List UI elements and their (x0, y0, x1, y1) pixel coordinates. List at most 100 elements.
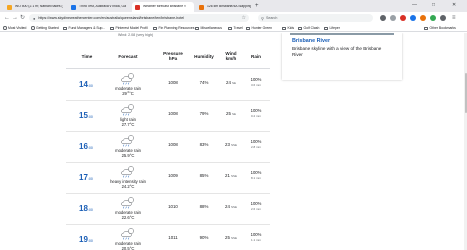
tab-strip: WO 500 (2.1 m; Nathani takes (× Third Te… (0, 0, 467, 12)
folder-icon (298, 26, 302, 30)
bookmark-star-icon[interactable]: ☆ (242, 14, 246, 22)
row-temperature: 27.7°C (121, 122, 135, 127)
header-wind: Wind km/h (225, 51, 237, 62)
folder-icon (110, 26, 114, 30)
bookmark-item[interactable]: Getting Started (31, 25, 59, 31)
header-time: Time (81, 54, 93, 59)
row-rain: 100% 8.1 mm (250, 170, 262, 180)
row-rain: 100% 1.1 mm (250, 232, 262, 242)
row-humidity: 85% (199, 173, 209, 178)
minimize-icon[interactable]: — (412, 1, 417, 10)
folder-icon (324, 26, 328, 30)
search-placeholder: Search (265, 16, 278, 20)
row-humidity: 90% (199, 235, 209, 240)
back-icon[interactable]: ← (4, 13, 10, 23)
bookmark-item[interactable]: Lifeper (324, 25, 340, 31)
firefox-icon (31, 26, 35, 30)
row-pressure: 1008 (168, 142, 178, 147)
extension-icon[interactable] (410, 15, 416, 21)
tab-favicon-icon (199, 4, 204, 10)
row-time: 18:00 (79, 204, 93, 213)
folder-icon (228, 26, 232, 30)
row-wind: 25SSE (225, 235, 237, 240)
row-wind: 23SSE (225, 142, 237, 147)
row-pressure: 1010 (168, 204, 178, 209)
rain-cloud-icon (119, 165, 137, 178)
bookmark-item[interactable]: Kids (282, 25, 294, 31)
close-window-icon[interactable]: ✕ (452, 1, 456, 10)
maximize-icon[interactable]: □ (432, 1, 435, 10)
row-rain: 100% 2.6 mm (250, 201, 262, 211)
folder-icon (282, 26, 286, 30)
tab-2[interactable]: Weather forecast Brisbane × (132, 2, 194, 12)
bookmark-item[interactable]: Travel (228, 25, 243, 31)
row-humidity: 79% (199, 111, 209, 116)
account-icon[interactable] (430, 15, 436, 21)
search-icon: ⚲ (261, 15, 264, 21)
row-temperature: 24.2°C (121, 184, 135, 189)
extension-icon[interactable] (400, 15, 406, 21)
row-temperature: 22.6°C (121, 215, 135, 220)
menu-icon[interactable]: ≡ (452, 13, 456, 23)
lock-icon: ● (33, 15, 36, 21)
rain-cloud-icon (119, 134, 137, 147)
table-row: 17:00 heavy intensity rain 24.2°C 1009 85% 21… (66, 162, 270, 194)
location-info-card: Brisbane River Brisbane skyline with a v… (282, 33, 402, 80)
tab-3[interactable]: 126 km Brisbane/4A Slapping/Pa × (196, 2, 254, 12)
bookmark-item[interactable]: Pinterest Model Profil (110, 25, 148, 31)
table-row: 14:00 moderate rain 29.0°C 1008 74% 24SE 100% 3… (66, 69, 270, 101)
extensions-puzzle-icon[interactable] (440, 15, 446, 21)
rain-cloud-icon (119, 72, 137, 85)
row-rain: 100% 0.2 mm (250, 108, 262, 118)
tab-favicon-icon (135, 4, 140, 10)
bookmark-item[interactable]: Fund Managers & Sup... (63, 25, 105, 31)
scrollbar-thumb[interactable] (464, 73, 467, 113)
row-humidity: 88% (199, 204, 209, 209)
row-pressure: 1008 (168, 80, 178, 85)
downloads-icon[interactable] (380, 15, 386, 21)
row-rain: 100% 3.6 mm (250, 77, 262, 87)
wind-gust-note: Wind: 2.08 (very high) (118, 33, 154, 37)
bookmark-item[interactable]: Hunter Green (246, 25, 272, 31)
tab-title: WO 500 (2.1 m; Nathani takes (× (15, 5, 63, 9)
bookmark-item[interactable]: Miscellaneous (195, 25, 222, 31)
row-temperature: 20.5°C (121, 246, 135, 250)
row-time: 16:00 (79, 142, 93, 151)
row-wind: 21SSE (225, 173, 237, 178)
river-photo (290, 33, 394, 35)
reload-icon[interactable]: ↻ (20, 13, 25, 23)
page-content: Wind: 2.08 (very high) Time Forecast Pre… (0, 33, 467, 250)
tab-favicon-icon (7, 4, 12, 10)
tab-0[interactable]: WO 500 (2.1 m; Nathani takes (× (4, 2, 66, 12)
header-forecast: Forecast (118, 54, 138, 59)
bookmarks-bar: Most Visited Getting Started Fund Manage… (0, 24, 467, 32)
row-temperature: 29.0°C (122, 91, 134, 96)
row-humidity: 74% (199, 80, 209, 85)
card-title[interactable]: Brisbane River (292, 38, 330, 44)
bookmark-item[interactable]: Most Visited (3, 25, 26, 31)
rain-cloud-icon (119, 227, 137, 240)
folder-icon (246, 26, 250, 30)
bookmark-item[interactable]: Fin Planning Resources (153, 25, 195, 31)
bookmark-item[interactable]: Other Bookmarks (424, 25, 456, 31)
extension-icon[interactable] (420, 15, 426, 21)
forward-icon[interactable]: → (12, 13, 18, 23)
folder-icon (424, 26, 428, 30)
firefox-icon (3, 26, 7, 30)
table-row: 18:00 moderate rain 22.6°C 1010 88% 24SSE 100%… (66, 193, 270, 225)
address-bar[interactable]: ● https://www.skydineweathercenter.com/e… (29, 14, 249, 22)
rain-cloud-icon (119, 103, 137, 116)
row-humidity: 83% (199, 142, 209, 147)
tab-1[interactable]: Third Test, Australia v India, Ga × (68, 2, 130, 12)
library-icon[interactable] (390, 15, 396, 21)
tab-title: Third Test, Australia v India, Ga × (79, 5, 127, 9)
bookmark-item[interactable]: Golf Clash (298, 25, 319, 31)
row-pressure: 1011 (168, 235, 178, 240)
row-temperature: 25.9°C (121, 153, 135, 158)
table-header: Time Forecast Pressure hPa Humidity Wind… (66, 45, 270, 69)
table-row: 16:00 moderate rain 25.9°C 1008 83% 23SSE 100%… (66, 131, 270, 163)
new-tab-icon[interactable]: + (255, 2, 259, 10)
search-input[interactable]: ⚲ Search (258, 14, 373, 22)
row-pressure: 1008 (168, 111, 178, 116)
browser-toolbar: ← → ↻ ● https://www.skydineweathercenter… (0, 12, 467, 24)
